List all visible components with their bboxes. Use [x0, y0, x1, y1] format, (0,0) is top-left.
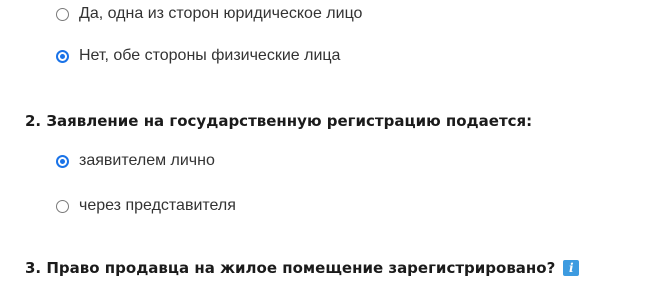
- radio-option-legal-entity[interactable]: Да, одна из сторон юридическое лицо: [56, 4, 362, 24]
- option-label: Нет, обе стороны физические лица: [79, 47, 341, 64]
- radio-button-unchecked[interactable]: [56, 199, 69, 213]
- radio-option-individuals[interactable]: Нет, обе стороны физические лица: [56, 46, 340, 66]
- radio-option-via-representative[interactable]: через представителя: [56, 196, 236, 216]
- info-icon[interactable]: i: [563, 260, 580, 276]
- question-text: 2. Заявление на государственную регистра…: [25, 112, 533, 130]
- radio-option-applicant-in-person[interactable]: заявителем лично: [56, 151, 215, 171]
- question-text: 3. Право продавца на жилое помещение зар…: [25, 259, 556, 277]
- option-label: Да, одна из сторон юридическое лицо: [79, 5, 363, 22]
- question-3-title: 3. Право продавца на жилое помещение зар…: [25, 259, 580, 277]
- radio-button-checked[interactable]: [56, 154, 69, 168]
- option-label: заявителем лично: [79, 152, 215, 169]
- radio-button-checked[interactable]: [56, 49, 69, 63]
- radio-button-unchecked[interactable]: [56, 7, 69, 21]
- option-label: через представителя: [79, 197, 236, 214]
- question-2-title: 2. Заявление на государственную регистра…: [25, 112, 532, 130]
